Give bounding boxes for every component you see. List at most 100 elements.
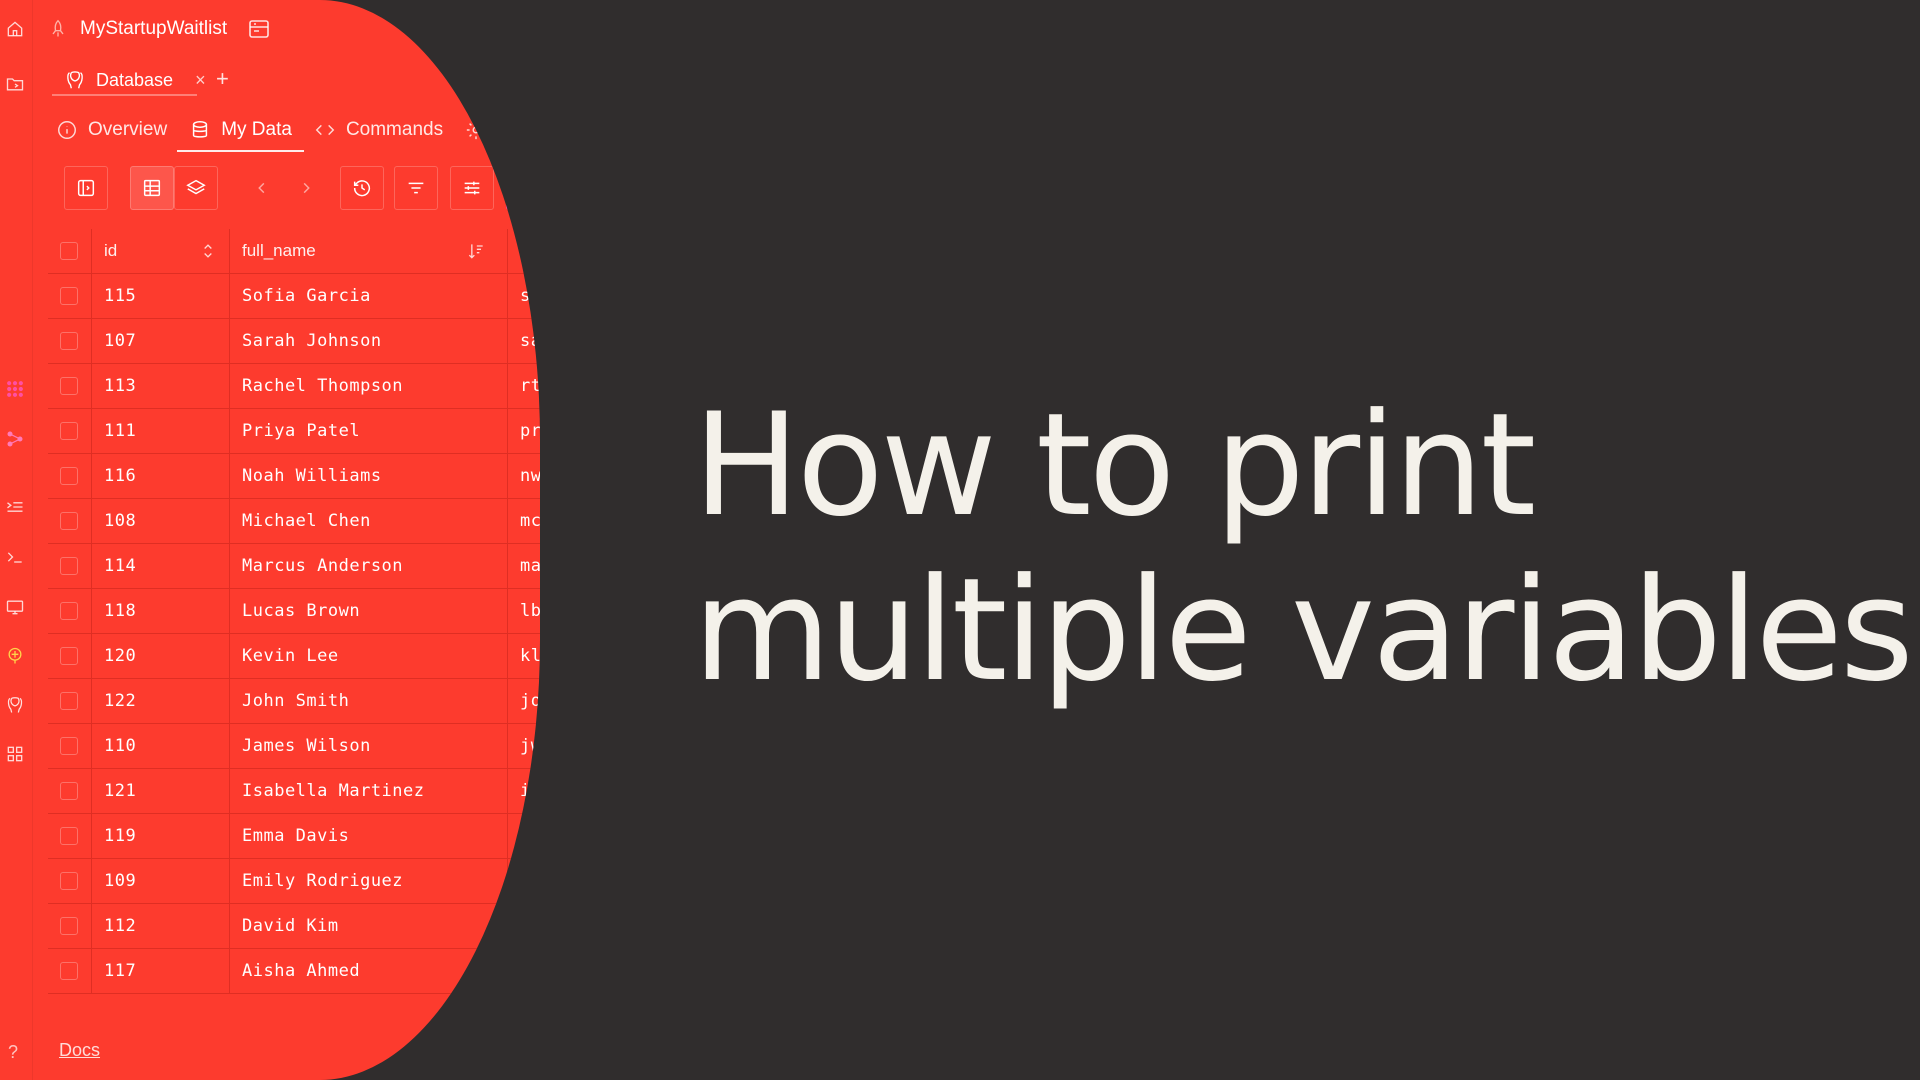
layers-view-button[interactable]: [174, 166, 218, 210]
row-checkbox[interactable]: [60, 737, 78, 755]
row-checkbox[interactable]: [60, 692, 78, 710]
cell-full-name[interactable]: Lucas Brown: [230, 589, 508, 633]
cell-id[interactable]: 122: [92, 679, 230, 723]
filter-button[interactable]: [394, 166, 438, 210]
table-row[interactable]: 111 Priya Patel pr: [48, 409, 540, 454]
docs-link[interactable]: Docs: [59, 1040, 100, 1061]
subnav-commands[interactable]: Commands: [314, 112, 443, 148]
cell-email[interactable]: ma: [508, 544, 540, 588]
cell-id[interactable]: 111: [92, 409, 230, 453]
cell-id[interactable]: 114: [92, 544, 230, 588]
apps-icon[interactable]: [4, 743, 26, 765]
add-tab-button[interactable]: +: [216, 66, 229, 92]
panel-icon[interactable]: [247, 17, 271, 41]
list-check-icon[interactable]: [4, 496, 26, 518]
row-checkbox[interactable]: [60, 287, 78, 305]
table-row[interactable]: 119 Emma Davis ed: [48, 814, 540, 859]
next-page-button[interactable]: [284, 166, 328, 210]
cell-email[interactable]: sg: [508, 274, 540, 318]
cell-full-name[interactable]: Aisha Ahmed: [230, 949, 508, 993]
cell-id[interactable]: 115: [92, 274, 230, 318]
row-checkbox[interactable]: [60, 512, 78, 530]
cell-full-name[interactable]: Priya Patel: [230, 409, 508, 453]
cell-id[interactable]: 109: [92, 859, 230, 903]
table-row[interactable]: 122 John Smith jo: [48, 679, 540, 724]
history-button[interactable]: [340, 166, 384, 210]
cell-email[interactable]: lb: [508, 589, 540, 633]
select-all-checkbox[interactable]: [60, 242, 78, 260]
cell-email[interactable]: jo: [508, 679, 540, 723]
tab-close-icon[interactable]: ×: [195, 70, 206, 91]
table-view-button[interactable]: [130, 166, 174, 210]
table-row[interactable]: 117 Aisha Ahmed a.: [48, 949, 540, 994]
cell-id[interactable]: 112: [92, 904, 230, 948]
cell-id[interactable]: 116: [92, 454, 230, 498]
cell-full-name[interactable]: Sofia Garcia: [230, 274, 508, 318]
terminal-icon[interactable]: [4, 546, 26, 568]
row-checkbox[interactable]: [60, 467, 78, 485]
table-row[interactable]: 108 Michael Chen mc: [48, 499, 540, 544]
cell-email[interactable]: ed: [508, 814, 540, 858]
sort-icon[interactable]: [198, 241, 218, 261]
table-row[interactable]: 115 Sofia Garcia sg: [48, 274, 540, 319]
ai-brain-icon[interactable]: [4, 645, 26, 667]
row-checkbox[interactable]: [60, 377, 78, 395]
table-row[interactable]: 107 Sarah Johnson sa: [48, 319, 540, 364]
cell-full-name[interactable]: Sarah Johnson: [230, 319, 508, 363]
table-row[interactable]: 116 Noah Williams nw: [48, 454, 540, 499]
monitor-icon[interactable]: [4, 596, 26, 618]
column-header-full-name[interactable]: full_name: [230, 229, 508, 273]
cell-id[interactable]: 113: [92, 364, 230, 408]
row-checkbox[interactable]: [60, 557, 78, 575]
subnav-overview[interactable]: Overview: [56, 112, 167, 148]
column-header-email[interactable]: email: [508, 229, 540, 273]
columns-settings-button[interactable]: [450, 166, 494, 210]
row-checkbox[interactable]: [60, 332, 78, 350]
cell-full-name[interactable]: James Wilson: [230, 724, 508, 768]
cell-full-name[interactable]: David Kim: [230, 904, 508, 948]
row-checkbox[interactable]: [60, 422, 78, 440]
cell-email[interactable]: pr: [508, 409, 540, 453]
cell-full-name[interactable]: Noah Williams: [230, 454, 508, 498]
row-checkbox[interactable]: [60, 782, 78, 800]
table-row[interactable]: 110 James Wilson jw: [48, 724, 540, 769]
sort-descending-icon[interactable]: [466, 241, 486, 261]
cell-email[interactable]: im: [508, 769, 540, 813]
cell-id[interactable]: 107: [92, 319, 230, 363]
cell-full-name[interactable]: Marcus Anderson: [230, 544, 508, 588]
project-name[interactable]: MyStartupWaitlist: [80, 18, 227, 40]
row-checkbox[interactable]: [60, 872, 78, 890]
cell-email[interactable]: em: [508, 859, 540, 903]
cell-email[interactable]: a.: [508, 949, 540, 993]
cell-full-name[interactable]: John Smith: [230, 679, 508, 723]
cell-id[interactable]: 119: [92, 814, 230, 858]
cell-full-name[interactable]: Kevin Lee: [230, 634, 508, 678]
cell-email[interactable]: jw: [508, 724, 540, 768]
cell-email[interactable]: sa: [508, 319, 540, 363]
cell-email[interactable]: nw: [508, 454, 540, 498]
row-checkbox[interactable]: [60, 962, 78, 980]
help-icon[interactable]: ?: [8, 1042, 18, 1063]
row-checkbox[interactable]: [60, 917, 78, 935]
add-row-button[interactable]: [506, 166, 540, 210]
folder-icon[interactable]: [4, 73, 26, 95]
table-row[interactable]: 113 Rachel Thompson rt: [48, 364, 540, 409]
subnav-my-data[interactable]: My Data: [177, 112, 304, 152]
row-checkbox[interactable]: [60, 647, 78, 665]
cell-email[interactable]: kl: [508, 634, 540, 678]
table-row[interactable]: 121 Isabella Martinez im: [48, 769, 540, 814]
cell-id[interactable]: 117: [92, 949, 230, 993]
cell-email[interactable]: mc: [508, 499, 540, 543]
cell-id[interactable]: 110: [92, 724, 230, 768]
cell-id[interactable]: 108: [92, 499, 230, 543]
subnav-settings[interactable]: Settings: [465, 112, 540, 148]
row-checkbox[interactable]: [60, 827, 78, 845]
column-header-id[interactable]: id: [92, 229, 230, 273]
grid-dots-icon[interactable]: [4, 378, 26, 400]
table-row[interactable]: 112 David Kim da: [48, 904, 540, 949]
home-icon[interactable]: [4, 18, 26, 40]
toggle-sidebar-button[interactable]: [64, 166, 108, 210]
table-row[interactable]: 120 Kevin Lee kl: [48, 634, 540, 679]
cell-full-name[interactable]: Rachel Thompson: [230, 364, 508, 408]
row-checkbox[interactable]: [60, 602, 78, 620]
